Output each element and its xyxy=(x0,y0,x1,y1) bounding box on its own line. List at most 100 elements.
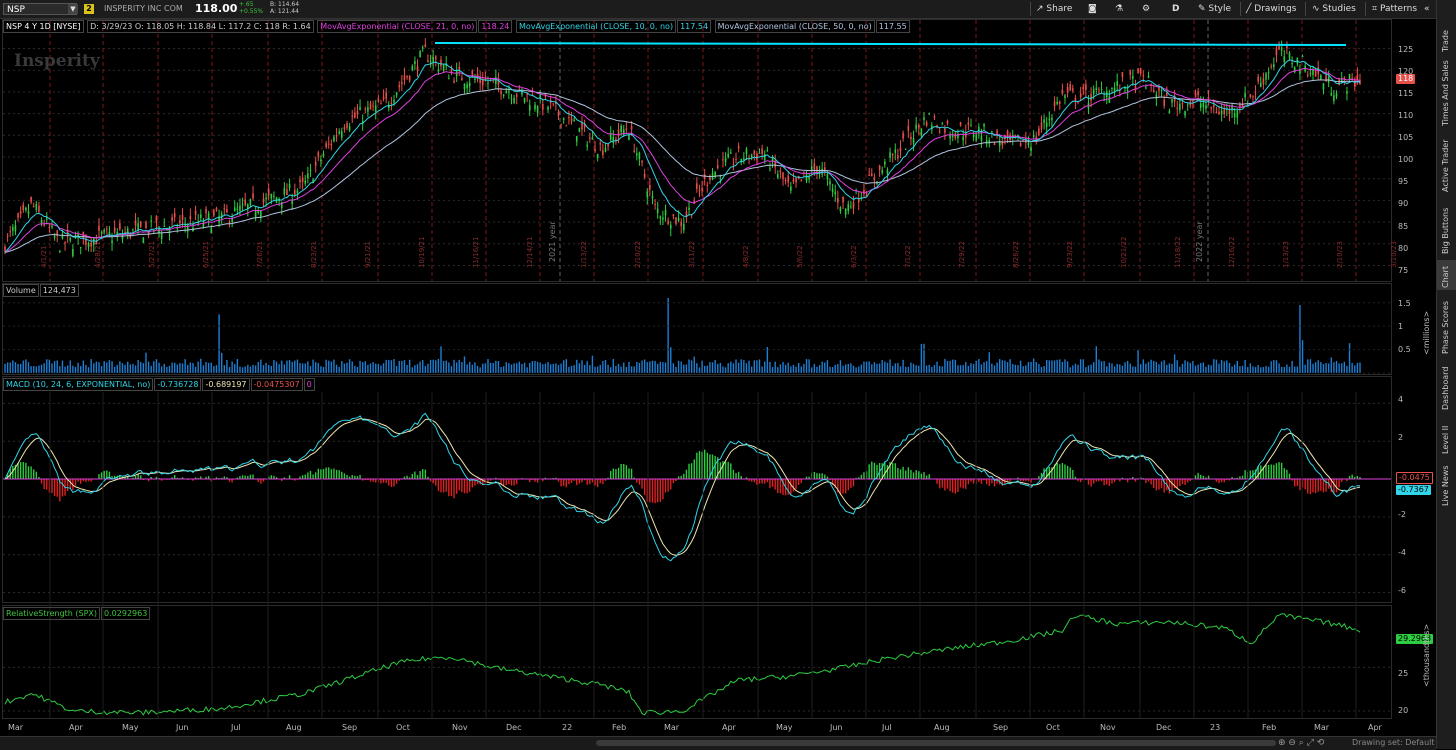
candle-body xyxy=(200,214,202,218)
candle-body xyxy=(338,131,340,134)
candle-body xyxy=(933,116,936,118)
candle-body xyxy=(776,174,779,178)
price-axis[interactable]: 125 120 115 110 105 100 95 90 85 80 75 1… xyxy=(1392,19,1436,282)
candle-body xyxy=(1171,99,1173,103)
drawing-set-status[interactable]: Drawing set: Default xyxy=(1352,738,1435,747)
candle-body xyxy=(1273,64,1275,68)
tab-dashboard[interactable]: Dashboard xyxy=(1437,360,1456,412)
candle-body xyxy=(1301,56,1304,58)
candle-body xyxy=(223,208,226,210)
candle-body xyxy=(779,170,782,173)
candle-body xyxy=(160,233,163,239)
x-axis-label: May xyxy=(776,723,793,732)
year-label: 2021 year xyxy=(548,221,557,262)
candle-body xyxy=(1105,91,1108,98)
scrollbar-thumb[interactable] xyxy=(596,740,1276,746)
macd-axis[interactable]: 4 2 -2 -4 -6 -0.0475 -0.7367 xyxy=(1392,376,1436,603)
candle-body xyxy=(944,129,946,133)
candle-body xyxy=(659,216,662,219)
candle-body xyxy=(636,153,638,156)
candle-body xyxy=(703,174,706,179)
candle-body xyxy=(1147,75,1150,78)
tab-active-trader[interactable]: Active Trader xyxy=(1437,132,1456,194)
price-tick: 105 xyxy=(1398,133,1414,142)
candle-body xyxy=(267,189,270,196)
last-price-badge: 118 xyxy=(1396,74,1416,84)
candle-body xyxy=(604,147,607,152)
tab-live-news[interactable]: Live News xyxy=(1437,460,1456,508)
candle-body xyxy=(842,196,844,203)
candle-body xyxy=(113,227,116,233)
candle-body xyxy=(1320,75,1322,80)
candle-body xyxy=(568,116,570,118)
candle-body xyxy=(651,196,654,199)
candle-body xyxy=(928,113,931,115)
time-scrollbar[interactable]: ⊕ ⊖ ⌕ ⤢ ⟲ Drawing set: Default xyxy=(0,736,1436,750)
macd-label[interactable]: MACD (10, 24, 6, EXPONENTIAL, no) xyxy=(3,378,154,391)
date-label: 4/1/21 xyxy=(40,245,48,268)
candle-body xyxy=(325,143,327,147)
ema50-label[interactable]: MovAvgExponential (CLOSE, 50, 0, no) xyxy=(714,20,875,33)
candle-body xyxy=(630,126,633,130)
candle-body xyxy=(1257,76,1259,82)
ema10-label[interactable]: MovAvgExponential (CLOSE, 10, 0, no) xyxy=(515,20,677,33)
volume-unit: <millions> xyxy=(1422,310,1431,355)
candle-body xyxy=(515,94,518,97)
candle-body xyxy=(1306,74,1309,76)
volume-label[interactable]: Volume xyxy=(3,284,39,297)
candle-body xyxy=(716,165,719,168)
candle-body xyxy=(967,122,970,126)
rs-unit: <thousandths> xyxy=(1422,623,1431,687)
candle-body xyxy=(560,123,562,125)
tab-big-buttons[interactable]: Big Buttons xyxy=(1437,198,1456,256)
x-axis-label: Nov xyxy=(452,723,468,732)
candle-body xyxy=(1168,110,1171,114)
candle-body xyxy=(1058,101,1061,105)
candle-body xyxy=(709,176,711,181)
candle-body xyxy=(1038,128,1040,135)
macd-value: -0.736728 xyxy=(154,378,202,391)
candle-body xyxy=(962,136,964,141)
candle-body xyxy=(51,225,53,228)
volume-value: 124,473 xyxy=(39,284,79,297)
candle-body xyxy=(14,225,17,232)
candle-body xyxy=(722,159,724,161)
candle-body xyxy=(910,136,912,140)
candle-body xyxy=(656,208,659,214)
candle-body xyxy=(915,124,917,129)
date-label: 7/26/21 xyxy=(256,241,264,268)
candle-body xyxy=(1348,74,1351,80)
candle-body xyxy=(1205,105,1207,109)
tab-trade[interactable]: Trade xyxy=(1437,20,1456,54)
date-label: 1/13/23 xyxy=(1282,241,1290,268)
candle-body xyxy=(829,181,831,185)
tab-level-ii[interactable]: Level II xyxy=(1437,416,1456,456)
candle-body xyxy=(868,174,870,176)
candle-body xyxy=(547,106,549,110)
volume-axis[interactable]: 1.5 1 0.5 <millions> xyxy=(1392,283,1436,375)
candle-body xyxy=(1145,87,1147,89)
candle-body xyxy=(920,128,923,136)
ema21-label[interactable]: MovAvgExponential (CLOSE, 21, 0, no) xyxy=(317,20,478,33)
trendline xyxy=(434,42,1347,46)
candle-body xyxy=(442,64,445,71)
candle-body xyxy=(1095,87,1098,90)
candle-body xyxy=(573,119,575,122)
tab-phase-scores[interactable]: Phase Scores xyxy=(1437,294,1456,356)
candle-body xyxy=(899,147,902,152)
macd-tick: 4 xyxy=(1398,395,1404,404)
candle-body xyxy=(6,235,9,237)
candle-body xyxy=(1199,103,1202,108)
volume-tick: 1.5 xyxy=(1398,299,1411,308)
rs-label[interactable]: RelativeStrength (SPX) xyxy=(3,607,101,620)
candle-body xyxy=(364,108,367,110)
price-tick: 110 xyxy=(1398,111,1414,120)
candle-body xyxy=(270,194,273,199)
tab-chart[interactable]: Chart xyxy=(1437,260,1456,290)
rs-axis[interactable]: 25 20 29.2963 <thousandths> xyxy=(1392,605,1436,719)
candle-body xyxy=(1314,70,1317,77)
zoom-controls[interactable]: ⊕ ⊖ ⌕ ⤢ ⟲ xyxy=(1278,738,1324,748)
tab-times-and-sales[interactable]: Times And Sales xyxy=(1437,58,1456,128)
candle-body xyxy=(72,248,74,256)
candle-body xyxy=(372,105,374,107)
